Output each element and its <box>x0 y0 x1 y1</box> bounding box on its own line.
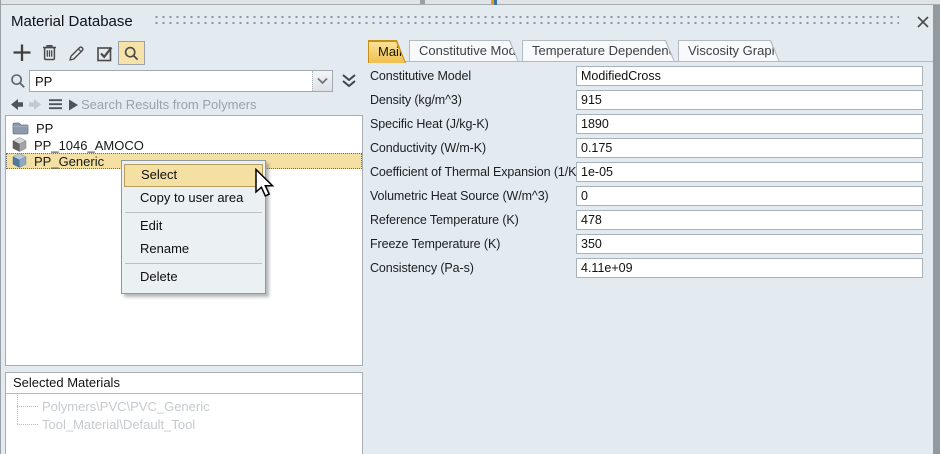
search-toggle-button[interactable] <box>118 41 145 65</box>
volumetric-heat-source-field[interactable] <box>576 186 923 206</box>
menu-item-select[interactable]: Select <box>124 164 263 187</box>
constitutive-model-field[interactable] <box>576 66 923 86</box>
nav-forward-icon[interactable] <box>27 97 43 115</box>
form-row: Constitutive Model <box>370 66 923 86</box>
density-field[interactable] <box>576 90 923 110</box>
context-menu: Select Copy to user area Edit Rename Del… <box>121 160 266 294</box>
menu-item-rename[interactable]: Rename <box>124 238 263 261</box>
form-row: Specific Heat (J/kg-K) <box>370 114 923 134</box>
close-icon[interactable] <box>914 13 932 31</box>
tab-temperature-dependence[interactable]: Temperature Dependence <box>522 40 675 62</box>
window-above-mini-icon <box>491 0 497 5</box>
tab-main[interactable]: Main <box>368 40 406 63</box>
menu-item-edit[interactable]: Edit <box>124 215 263 238</box>
folder-icon <box>12 121 29 135</box>
check-select-button[interactable] <box>95 42 117 64</box>
form-row: Coefficient of Thermal Expansion (1/K) <box>370 162 923 182</box>
window-above-tick <box>420 0 425 4</box>
search-dropdown-button[interactable] <box>312 71 332 91</box>
form-row: Density (kg/m^3) <box>370 90 923 110</box>
form-row: Conductivity (W/m-K) <box>370 138 923 158</box>
selected-materials-panel: Selected Materials Polymers\PVC\PVC_Gene… <box>5 372 363 454</box>
tree-connector <box>17 395 18 424</box>
tab-strip: Main Constitutive Model Temperature Depe… <box>368 40 783 62</box>
selected-material-item: Tool_Material\Default_Tool <box>42 417 195 433</box>
menu-separator <box>125 212 262 213</box>
tab-viscosity-graph[interactable]: Viscosity Graph <box>678 40 780 62</box>
form-row: Reference Temperature (K) <box>370 210 923 230</box>
menu-item-delete[interactable]: Delete <box>124 266 263 289</box>
double-chevron-down-icon[interactable] <box>340 73 358 89</box>
search-field-icon <box>9 72 28 94</box>
tree-connector <box>17 406 38 407</box>
drag-grip-dots[interactable] <box>153 14 899 26</box>
breadcrumb: Search Results from Polymers <box>81 97 257 112</box>
list-icon[interactable] <box>48 98 63 114</box>
specific-heat-field[interactable] <box>576 114 923 134</box>
form-row: Freeze Temperature (K) <box>370 234 923 254</box>
cube-gray-icon <box>12 137 27 152</box>
add-button[interactable] <box>11 42 33 64</box>
tab-strip-baseline <box>368 61 933 62</box>
nav-back-icon[interactable] <box>9 97 25 115</box>
form-row: Consistency (Pa-s) <box>370 258 923 278</box>
thermal-expansion-field[interactable] <box>576 162 923 182</box>
tab-constitutive-model[interactable]: Constitutive Model <box>409 40 519 62</box>
selected-materials-title: Selected Materials <box>6 373 362 394</box>
search-icon <box>122 44 142 64</box>
material-database-window: Material Database <box>0 0 940 454</box>
delete-button[interactable] <box>39 42 61 64</box>
play-icon[interactable] <box>67 98 79 115</box>
conductivity-field[interactable] <box>576 138 923 158</box>
window-right-edge <box>933 5 940 454</box>
dialog-title: Material Database <box>11 13 133 30</box>
edit-pencil-button[interactable] <box>67 42 89 64</box>
tree-item-pp-1046-amoco[interactable]: PP_1046_AMOCO <box>6 137 362 153</box>
cube-blue-icon <box>12 153 27 168</box>
tree-item-pp[interactable]: PP <box>6 121 362 137</box>
reference-temperature-field[interactable] <box>576 210 923 230</box>
chevron-down-icon <box>317 77 329 86</box>
form-row: Volumetric Heat Source (W/m^3) <box>370 186 923 206</box>
material-properties-form: Constitutive Model Density (kg/m^3) Spec… <box>370 66 923 282</box>
tree-connector <box>17 424 38 425</box>
selected-material-item: Polymers\PVC\PVC_Generic <box>42 399 210 415</box>
freeze-temperature-field[interactable] <box>576 234 923 254</box>
window-above-edge <box>1 0 940 5</box>
search-input[interactable] <box>29 70 333 92</box>
menu-separator <box>125 263 262 264</box>
menu-item-copy-to-user-area[interactable]: Copy to user area <box>124 187 263 210</box>
consistency-field[interactable] <box>576 258 923 278</box>
